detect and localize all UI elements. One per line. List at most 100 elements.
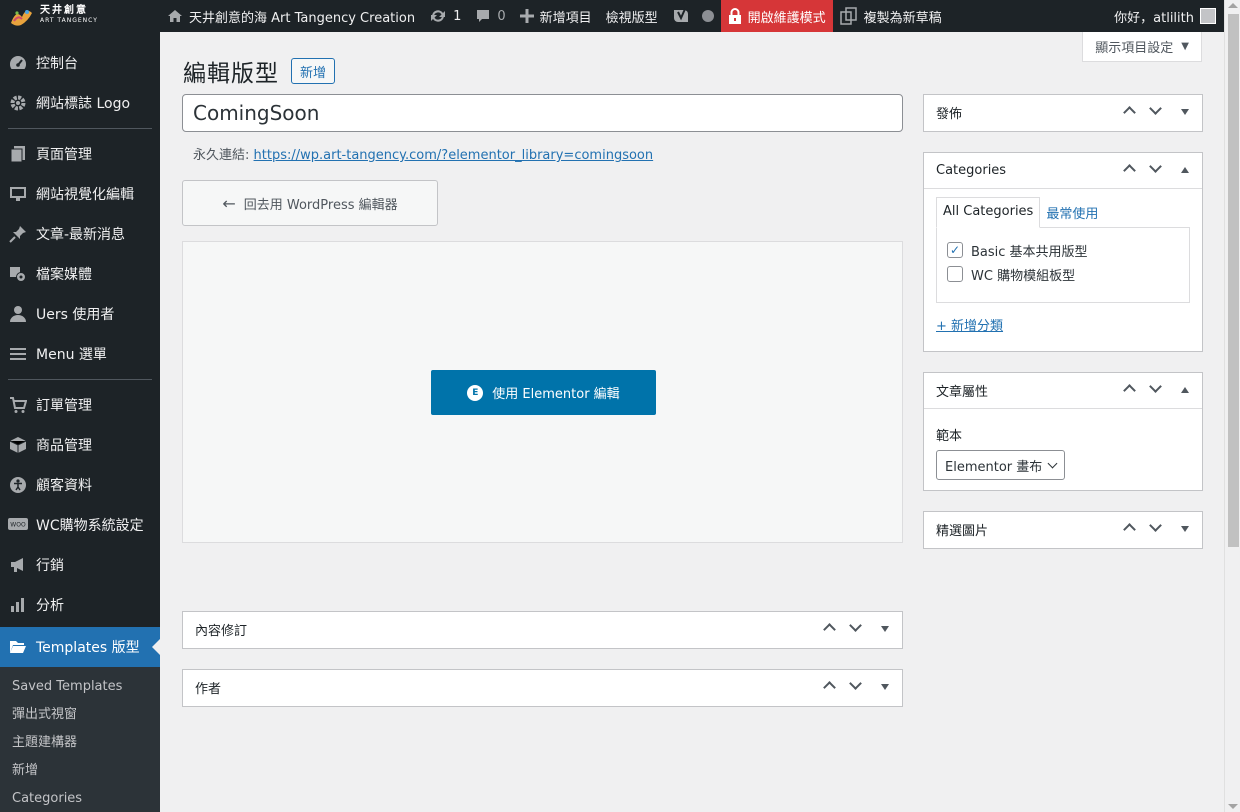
submenu-theme-builder[interactable]: 主題建構器 — [0, 729, 160, 757]
menu-woocommerce[interactable]: WOO WC購物系統設定 — [0, 505, 160, 545]
metabox-title: Categories — [936, 163, 1007, 178]
menu-users[interactable]: Uers 使用者 — [0, 294, 160, 334]
move-up-button[interactable] — [1116, 521, 1142, 538]
updates-link[interactable]: 1 — [422, 0, 468, 32]
megaphone-icon — [8, 555, 28, 575]
metabox-header[interactable]: 精選圖片 — [924, 512, 1202, 548]
move-up-button[interactable] — [1116, 382, 1142, 399]
permalink: 永久連結: https://wp.art-tangency.com/?eleme… — [193, 144, 653, 163]
metabox-header[interactable]: 內容修訂 — [183, 612, 902, 648]
checkbox-unchecked[interactable] — [947, 266, 963, 282]
template-select-value: Elementor 畫布 — [945, 459, 1043, 475]
admin-bar: 天井創意 ART TANGENCY 天井創意的海 Art Tangency Cr… — [0, 0, 1224, 32]
svg-text:WOO: WOO — [10, 522, 26, 529]
woo-icon: WOO — [8, 515, 28, 535]
category-item[interactable]: ✓ Basic 基本共用版型 — [947, 238, 1179, 262]
toggle-panel-button[interactable] — [1168, 107, 1202, 118]
category-tabs: All Categories 最常使用 — [936, 197, 1190, 228]
toggle-panel-button[interactable] — [868, 682, 902, 693]
scrollbar-thumb[interactable] — [1228, 14, 1239, 547]
add-new-button[interactable]: 新增 — [291, 58, 336, 84]
menu-media[interactable]: 檔案媒體 — [0, 254, 160, 294]
metabox-title: 發佈 — [936, 107, 963, 122]
yoast-menu[interactable] — [665, 0, 721, 32]
move-down-button[interactable] — [1142, 102, 1168, 121]
menu-appearance[interactable]: 網站視覺化編輯 — [0, 174, 160, 214]
scroll-up-arrow-icon[interactable] — [1228, 3, 1238, 8]
categories-metabox: Categories All Categories 最常使用 ✓ Basic 基… — [923, 152, 1203, 352]
chevron-down-icon — [1148, 519, 1162, 532]
add-category-link[interactable]: + 新增分類 — [936, 315, 1003, 334]
toggle-panel-button[interactable] — [1168, 165, 1202, 176]
triangle-up-icon — [1181, 387, 1189, 393]
submenu-add-new[interactable]: 新增 — [0, 757, 160, 785]
triangle-down-icon — [1181, 526, 1189, 532]
new-content-link[interactable]: 新增項目 — [513, 0, 599, 32]
move-up-button[interactable] — [1116, 162, 1142, 179]
post-title-input[interactable]: ComingSoon — [182, 94, 903, 132]
triangle-up-icon — [1181, 167, 1189, 173]
view-template-link[interactable]: 檢視版型 — [599, 0, 665, 32]
comments-link[interactable]: 0 — [468, 0, 512, 32]
submenu-popups[interactable]: 彈出式視窗 — [0, 701, 160, 729]
logo-mark-icon — [11, 10, 32, 26]
permalink-url[interactable]: https://wp.art-tangency.com/?elementor_l… — [254, 148, 654, 163]
maintenance-mode-toggle[interactable]: 開啟維護模式 — [720, 0, 833, 32]
submenu-categories[interactable]: Categories — [0, 785, 160, 812]
metabox-header[interactable]: 作者 — [183, 670, 902, 706]
account-menu[interactable]: 你好，atlilith — [1107, 0, 1224, 32]
back-to-wordpress-editor-button[interactable]: ← 回去用 WordPress 編輯器 — [182, 180, 438, 226]
move-down-button[interactable] — [842, 619, 868, 638]
screen-options-button[interactable]: 顯示項目設定 ▼ — [1082, 32, 1202, 62]
menu-dashboard[interactable]: 控制台 — [0, 43, 160, 83]
menu-analytics[interactable]: 分析 — [0, 585, 160, 625]
template-label: 範本 — [936, 429, 963, 444]
move-down-button[interactable] — [1142, 519, 1168, 538]
tab-most-used[interactable]: 最常使用 — [1040, 197, 1104, 228]
triangle-down-icon — [1181, 109, 1189, 115]
gear-icon — [8, 93, 28, 113]
menu-label: WC購物系統設定 — [36, 518, 144, 534]
toggle-panel-button[interactable] — [868, 624, 902, 635]
metabox-header[interactable]: 發佈 — [924, 95, 1202, 131]
featured-image-metabox: 精選圖片 — [923, 511, 1203, 549]
duplicate-icon — [839, 7, 858, 25]
accessibility-icon — [8, 475, 28, 495]
menu-separator — [8, 379, 152, 380]
move-up-button[interactable] — [816, 679, 842, 696]
edit-with-elementor-button[interactable]: E 使用 Elementor 編輯 — [431, 370, 656, 415]
move-down-button[interactable] — [842, 677, 868, 696]
toggle-panel-button[interactable] — [1168, 524, 1202, 535]
template-select[interactable]: Elementor 畫布 — [936, 450, 1065, 480]
scroll-down-arrow-icon[interactable] — [1228, 804, 1238, 809]
menu-site-logo[interactable]: 網站標誌 Logo — [0, 83, 160, 123]
metabox-header[interactable]: 文章屬性 — [924, 373, 1202, 409]
category-item[interactable]: WC 購物模組板型 — [947, 262, 1179, 286]
menu-marketing[interactable]: 行銷 — [0, 545, 160, 585]
submenu-saved-templates[interactable]: Saved Templates — [0, 673, 160, 701]
menu-pages[interactable]: 頁面管理 — [0, 134, 160, 174]
page-scrollbar[interactable] — [1224, 0, 1240, 812]
chevron-down-icon — [848, 677, 862, 690]
move-down-button[interactable] — [1142, 380, 1168, 399]
checkbox-checked[interactable]: ✓ — [947, 242, 963, 258]
site-logo[interactable]: 天井創意 ART TANGENCY — [0, 0, 160, 32]
comments-count: 0 — [497, 8, 506, 24]
menu-customers[interactable]: 顧客資料 — [0, 465, 160, 505]
toggle-panel-button[interactable] — [1168, 385, 1202, 396]
site-name-link[interactable]: 天井創意的海 Art Tangency Creation — [160, 0, 422, 32]
move-down-button[interactable] — [1142, 160, 1168, 179]
refresh-icon — [429, 7, 447, 25]
yoast-icon — [672, 7, 690, 25]
menu-orders[interactable]: 訂單管理 — [0, 385, 160, 425]
metabox-header[interactable]: Categories — [924, 153, 1202, 189]
publish-metabox: 發佈 — [923, 94, 1203, 132]
move-up-button[interactable] — [816, 621, 842, 638]
menu-templates[interactable]: Templates 版型 — [0, 627, 160, 667]
menu-products[interactable]: 商品管理 — [0, 425, 160, 465]
menu-posts[interactable]: 文章-最新消息 — [0, 214, 160, 254]
menu-menus[interactable]: Menu 選單 — [0, 334, 160, 374]
move-up-button[interactable] — [1116, 104, 1142, 121]
tab-all-categories[interactable]: All Categories — [936, 197, 1041, 228]
copy-draft-link[interactable]: 複製為新草稿 — [833, 0, 949, 32]
